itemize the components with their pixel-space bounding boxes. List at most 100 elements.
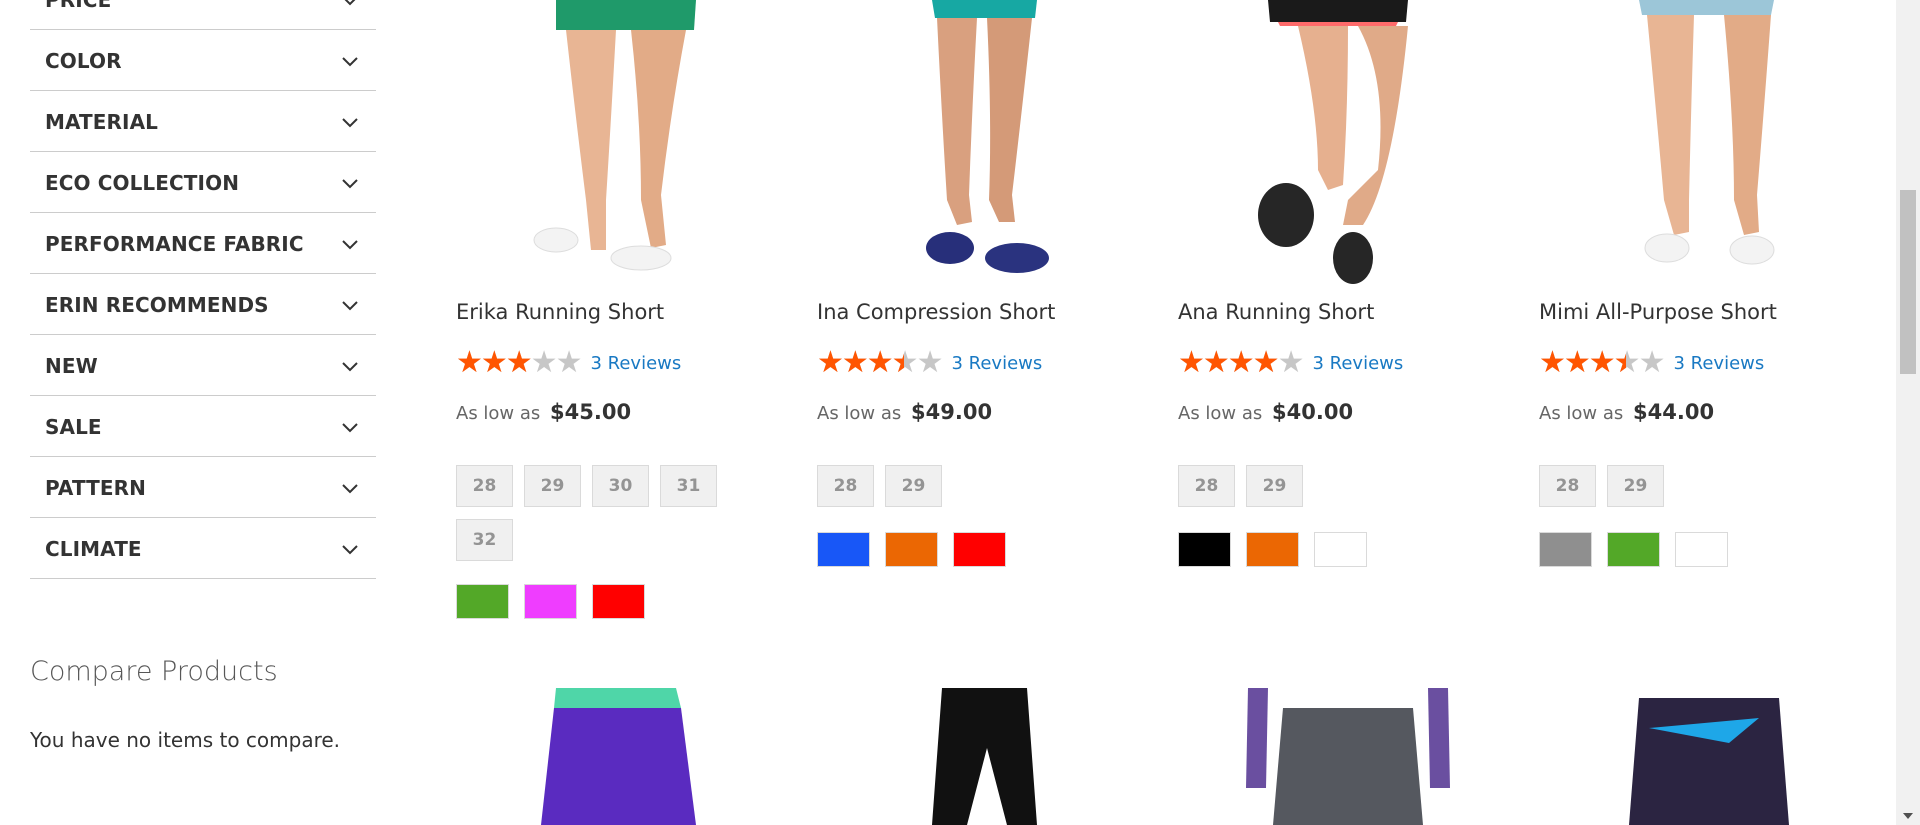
- size-options: 28 29: [817, 465, 1117, 507]
- color-swatch-blue[interactable]: [817, 532, 870, 567]
- product-name-link[interactable]: Ana Running Short: [1178, 300, 1374, 324]
- filter-performance-fabric[interactable]: PERFORMANCE FABRIC: [30, 213, 376, 274]
- price-prefix: As low as: [817, 403, 902, 424]
- filter-list: PRICE COLOR MATERIAL ECO COLLECTION PERF…: [30, 0, 376, 579]
- filter-erin-recommends[interactable]: ERIN RECOMMENDS: [30, 274, 376, 335]
- color-swatch-white[interactable]: [1675, 532, 1728, 567]
- filter-label: SALE: [45, 415, 102, 439]
- color-swatch-red[interactable]: [953, 532, 1006, 567]
- chevron-down-icon: [342, 301, 358, 311]
- scrollbar-thumb[interactable]: [1900, 190, 1916, 374]
- color-swatch-gray[interactable]: [1539, 532, 1592, 567]
- product-image[interactable]: [817, 0, 1157, 290]
- filter-label: ECO COLLECTION: [45, 171, 240, 195]
- size-swatch[interactable]: 31: [660, 465, 717, 507]
- rating-stars: ★★★★★★★★★★: [1178, 345, 1304, 380]
- color-swatch-orange[interactable]: [885, 532, 938, 567]
- price-amount: $44.00: [1633, 400, 1715, 424]
- size-swatch[interactable]: 29: [1607, 465, 1664, 507]
- color-swatch-green[interactable]: [1607, 532, 1660, 567]
- size-swatch[interactable]: 28: [1178, 465, 1235, 507]
- filter-new[interactable]: NEW: [30, 335, 376, 396]
- filter-eco-collection[interactable]: ECO COLLECTION: [30, 152, 376, 213]
- product-image[interactable]: [817, 688, 1157, 825]
- rating-stars: ★★★★★★★★★★: [817, 345, 943, 380]
- color-options: [1539, 532, 1728, 567]
- size-swatch[interactable]: 32: [456, 519, 513, 561]
- filter-price[interactable]: PRICE: [30, 0, 376, 30]
- chevron-down-icon: [342, 179, 358, 189]
- compare-products-block: Compare Products You have no items to co…: [30, 656, 340, 752]
- price-prefix: As low as: [456, 403, 541, 424]
- price-box: As low as $44.00: [1539, 400, 1714, 424]
- reviews-link[interactable]: 3 Reviews: [1312, 353, 1403, 374]
- filter-label: NEW: [45, 354, 98, 378]
- chevron-down-icon: [342, 423, 358, 433]
- filter-label: MATERIAL: [45, 110, 158, 134]
- price-amount: $45.00: [550, 400, 632, 424]
- filter-label: PRICE: [45, 0, 112, 12]
- color-swatch-white[interactable]: [1314, 532, 1367, 567]
- reviews-link[interactable]: 3 Reviews: [590, 353, 681, 374]
- chevron-down-icon: [342, 240, 358, 250]
- chevron-down-icon: [342, 57, 358, 67]
- compare-empty-message: You have no items to compare.: [30, 728, 341, 752]
- product-image[interactable]: [1178, 0, 1518, 290]
- color-swatch-pink[interactable]: [524, 584, 577, 619]
- size-swatch[interactable]: 28: [456, 465, 513, 507]
- product-rating: ★★★★★★★★★★ 3 Reviews: [1178, 348, 1403, 378]
- size-options: 28 29 30 31 32: [456, 465, 756, 561]
- color-swatch-orange[interactable]: [1246, 532, 1299, 567]
- price-box: As low as $49.00: [817, 400, 992, 424]
- filter-label: PERFORMANCE FABRIC: [45, 232, 304, 256]
- scroll-down-arrow-icon[interactable]: [1903, 813, 1913, 819]
- filter-material[interactable]: MATERIAL: [30, 91, 376, 152]
- rating-stars: ★★★★★★★★★★: [1539, 345, 1665, 380]
- size-swatch[interactable]: 30: [592, 465, 649, 507]
- product-name-link[interactable]: Erika Running Short: [456, 300, 664, 324]
- filter-label: COLOR: [45, 49, 122, 73]
- product-rating: ★★★★★★★★★★ 3 Reviews: [817, 348, 1042, 378]
- price-amount: $49.00: [911, 400, 993, 424]
- color-options: [456, 584, 645, 619]
- filter-climate[interactable]: CLIMATE: [30, 518, 376, 579]
- product-name-link[interactable]: Mimi All-Purpose Short: [1539, 300, 1777, 324]
- size-options: 28 29: [1539, 465, 1839, 507]
- size-swatch[interactable]: 29: [885, 465, 942, 507]
- price-prefix: As low as: [1178, 403, 1263, 424]
- price-box: As low as $40.00: [1178, 400, 1353, 424]
- chevron-down-icon: [342, 118, 358, 128]
- size-swatch[interactable]: 28: [817, 465, 874, 507]
- price-amount: $40.00: [1272, 400, 1354, 424]
- color-swatch-black[interactable]: [1178, 532, 1231, 567]
- price-prefix: As low as: [1539, 403, 1624, 424]
- color-swatch-green[interactable]: [456, 584, 509, 619]
- chevron-down-icon: [344, 0, 356, 6]
- page-scrollbar[interactable]: [1896, 0, 1920, 825]
- reviews-link[interactable]: 3 Reviews: [1673, 353, 1764, 374]
- product-image[interactable]: [456, 0, 796, 290]
- rating-stars: ★★★★★★★★★★: [456, 345, 582, 380]
- compare-products-title: Compare Products: [30, 656, 278, 687]
- size-options: 28 29: [1178, 465, 1478, 507]
- product-image[interactable]: [456, 688, 796, 825]
- filter-color[interactable]: COLOR: [30, 30, 376, 91]
- filter-pattern[interactable]: PATTERN: [30, 457, 376, 518]
- product-name-link[interactable]: Ina Compression Short: [817, 300, 1055, 324]
- product-image[interactable]: [1178, 688, 1518, 825]
- filter-label: ERIN RECOMMENDS: [45, 293, 269, 317]
- product-image[interactable]: [1539, 688, 1879, 825]
- color-options: [817, 532, 1006, 567]
- color-swatch-red[interactable]: [592, 584, 645, 619]
- chevron-down-icon: [342, 362, 358, 372]
- size-swatch[interactable]: 29: [1246, 465, 1303, 507]
- color-options: [1178, 532, 1367, 567]
- filter-sale[interactable]: SALE: [30, 396, 376, 457]
- price-box: As low as $45.00: [456, 400, 631, 424]
- chevron-down-icon: [342, 545, 358, 555]
- size-swatch[interactable]: 28: [1539, 465, 1596, 507]
- product-image[interactable]: [1539, 0, 1879, 290]
- reviews-link[interactable]: 3 Reviews: [951, 353, 1042, 374]
- size-swatch[interactable]: 29: [524, 465, 581, 507]
- filter-label: PATTERN: [45, 476, 146, 500]
